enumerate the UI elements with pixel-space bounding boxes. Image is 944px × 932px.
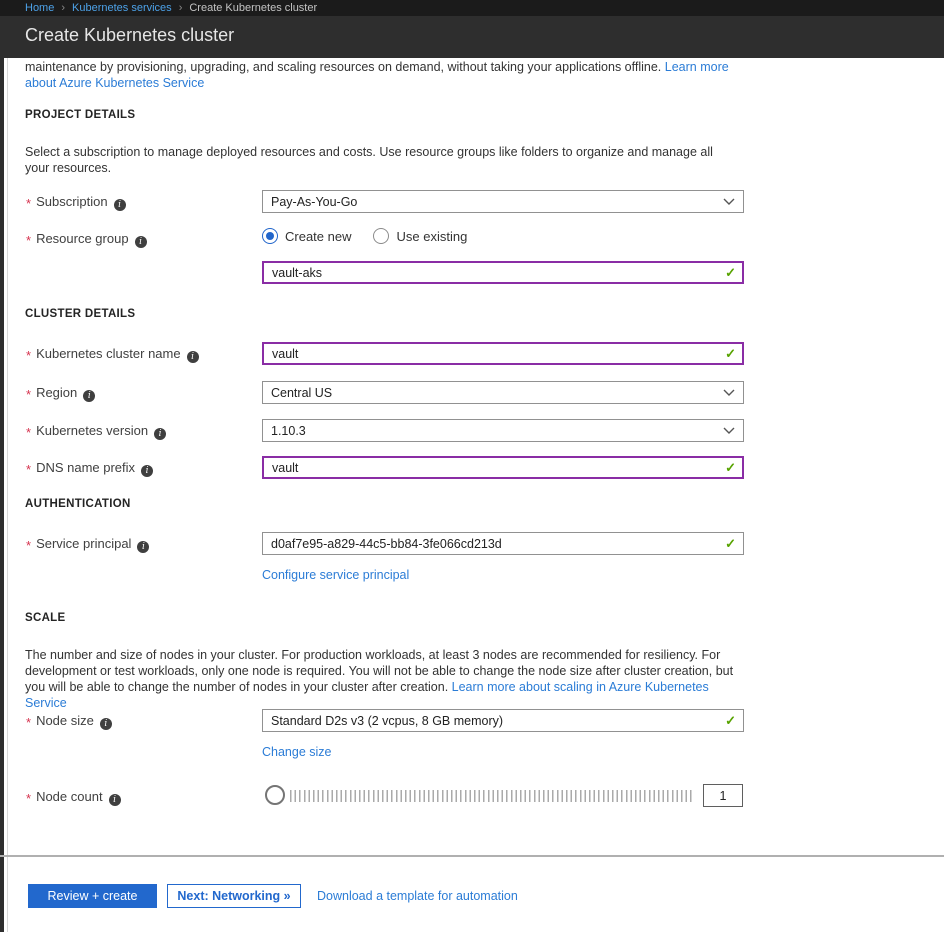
chevron-down-icon: [723, 389, 735, 396]
required-asterisk: *: [26, 425, 31, 440]
subscription-label: * Subscription i: [26, 194, 126, 211]
info-icon[interactable]: i: [83, 390, 95, 402]
required-asterisk: *: [26, 791, 31, 806]
dns-name-prefix-label-text: DNS name prefix: [36, 460, 135, 475]
kubernetes-version-dropdown[interactable]: 1.10.3: [262, 419, 744, 442]
project-details-description: Select a subscription to manage deployed…: [25, 144, 725, 176]
valid-check-icon: ✓: [725, 265, 736, 281]
blade-header: Create Kubernetes cluster: [0, 16, 944, 58]
required-asterisk: *: [26, 348, 31, 363]
next-networking-button[interactable]: Next: Networking »: [167, 884, 301, 908]
info-icon[interactable]: i: [135, 236, 147, 248]
breadcrumb-home[interactable]: Home: [25, 2, 54, 14]
radio-selected-icon: [262, 228, 278, 244]
valid-check-icon: ✓: [725, 460, 736, 476]
section-title-project-details: PROJECT DETAILS: [25, 109, 135, 121]
node-count-input[interactable]: [703, 784, 743, 807]
create-kubernetes-cluster-blade: Home › Kubernetes services › Create Kube…: [0, 0, 944, 932]
subscription-label-text: Subscription: [36, 194, 108, 209]
cluster-name-input[interactable]: [262, 342, 744, 365]
info-icon[interactable]: i: [141, 465, 153, 477]
chevron-down-icon: [723, 427, 735, 434]
scale-description: The number and size of nodes in your clu…: [25, 647, 753, 711]
subscription-dropdown[interactable]: Pay-As-You-Go: [262, 190, 744, 213]
review-create-button[interactable]: Review + create: [28, 884, 157, 908]
download-template-link[interactable]: Download a template for automation: [317, 889, 518, 903]
node-count-slider-track[interactable]: [290, 790, 695, 802]
section-title-scale: SCALE: [25, 612, 65, 624]
intro-text: maintenance by provisioning, upgrading, …: [25, 59, 741, 91]
service-principal-label: * Service principal i: [26, 536, 149, 553]
radio-create-new[interactable]: Create new: [262, 228, 351, 244]
cluster-name-label-text: Kubernetes cluster name: [36, 346, 181, 361]
dns-name-prefix-label: * DNS name prefix i: [26, 460, 153, 477]
node-size-label-text: Node size: [36, 713, 94, 728]
node-size-field: ✓: [262, 709, 744, 732]
kubernetes-version-value: 1.10.3: [271, 424, 735, 438]
info-icon[interactable]: i: [109, 794, 121, 806]
resource-group-label-text: Resource group: [36, 231, 129, 246]
resource-group-radio-group: Create new Use existing: [262, 228, 467, 244]
cluster-name-field: ✓: [262, 342, 744, 365]
page-title: Create Kubernetes cluster: [25, 25, 234, 46]
section-title-cluster-details: CLUSTER DETAILS: [25, 308, 135, 320]
portal-left-edge: [0, 58, 4, 932]
info-icon[interactable]: i: [137, 541, 149, 553]
cluster-name-label: * Kubernetes cluster name i: [26, 346, 199, 363]
resource-group-name-field: ✓: [262, 261, 744, 284]
node-size-label: * Node size i: [26, 713, 112, 730]
required-asterisk: *: [26, 538, 31, 553]
kubernetes-version-label-text: Kubernetes version: [36, 423, 148, 438]
intro-text-body: maintenance by provisioning, upgrading, …: [25, 60, 661, 74]
info-icon[interactable]: i: [114, 199, 126, 211]
subscription-value: Pay-As-You-Go: [271, 195, 735, 209]
breadcrumb-kubernetes-services[interactable]: Kubernetes services: [72, 2, 172, 14]
valid-check-icon: ✓: [725, 536, 736, 552]
node-count-label-text: Node count: [36, 789, 103, 804]
region-label: * Regioni: [26, 385, 95, 402]
info-icon[interactable]: i: [154, 428, 166, 440]
region-value: Central US: [271, 386, 735, 400]
valid-check-icon: ✓: [725, 713, 736, 729]
breadcrumb: Home › Kubernetes services › Create Kube…: [0, 0, 944, 16]
region-label-text: Region: [36, 385, 77, 400]
resource-group-name-input[interactable]: [262, 261, 744, 284]
service-principal-input[interactable]: [262, 532, 744, 555]
region-dropdown[interactable]: Central US: [262, 381, 744, 404]
footer-divider: [0, 855, 944, 857]
required-asterisk: *: [26, 196, 31, 211]
dns-name-prefix-field: ✓: [262, 456, 744, 479]
required-asterisk: *: [26, 387, 31, 402]
node-count-slider-handle[interactable]: [265, 785, 285, 805]
valid-check-icon: ✓: [725, 346, 736, 362]
node-size-input[interactable]: [262, 709, 744, 732]
radio-use-existing-label: Use existing: [396, 229, 467, 244]
breadcrumb-separator-icon: ›: [61, 2, 65, 14]
info-icon[interactable]: i: [187, 351, 199, 363]
info-icon[interactable]: i: [100, 718, 112, 730]
node-count-label: * Node count i: [26, 789, 121, 806]
change-size-link[interactable]: Change size: [262, 745, 332, 759]
service-principal-field: ✓: [262, 532, 744, 555]
required-asterisk: *: [26, 715, 31, 730]
breadcrumb-separator-icon: ›: [179, 2, 183, 14]
breadcrumb-current: Create Kubernetes cluster: [189, 2, 317, 14]
radio-unselected-icon: [373, 228, 389, 244]
radio-create-new-label: Create new: [285, 229, 351, 244]
section-title-authentication: AUTHENTICATION: [25, 498, 131, 510]
chevron-down-icon: [723, 198, 735, 205]
resource-group-label: * Resource group i: [26, 231, 147, 248]
required-asterisk: *: [26, 462, 31, 477]
configure-service-principal-link[interactable]: Configure service principal: [262, 568, 409, 582]
service-principal-label-text: Service principal: [36, 536, 131, 551]
kubernetes-version-label: * Kubernetes version i: [26, 423, 166, 440]
blade-left-border: [7, 58, 8, 932]
required-asterisk: *: [26, 233, 31, 248]
dns-name-prefix-input[interactable]: [262, 456, 744, 479]
radio-use-existing[interactable]: Use existing: [373, 228, 467, 244]
